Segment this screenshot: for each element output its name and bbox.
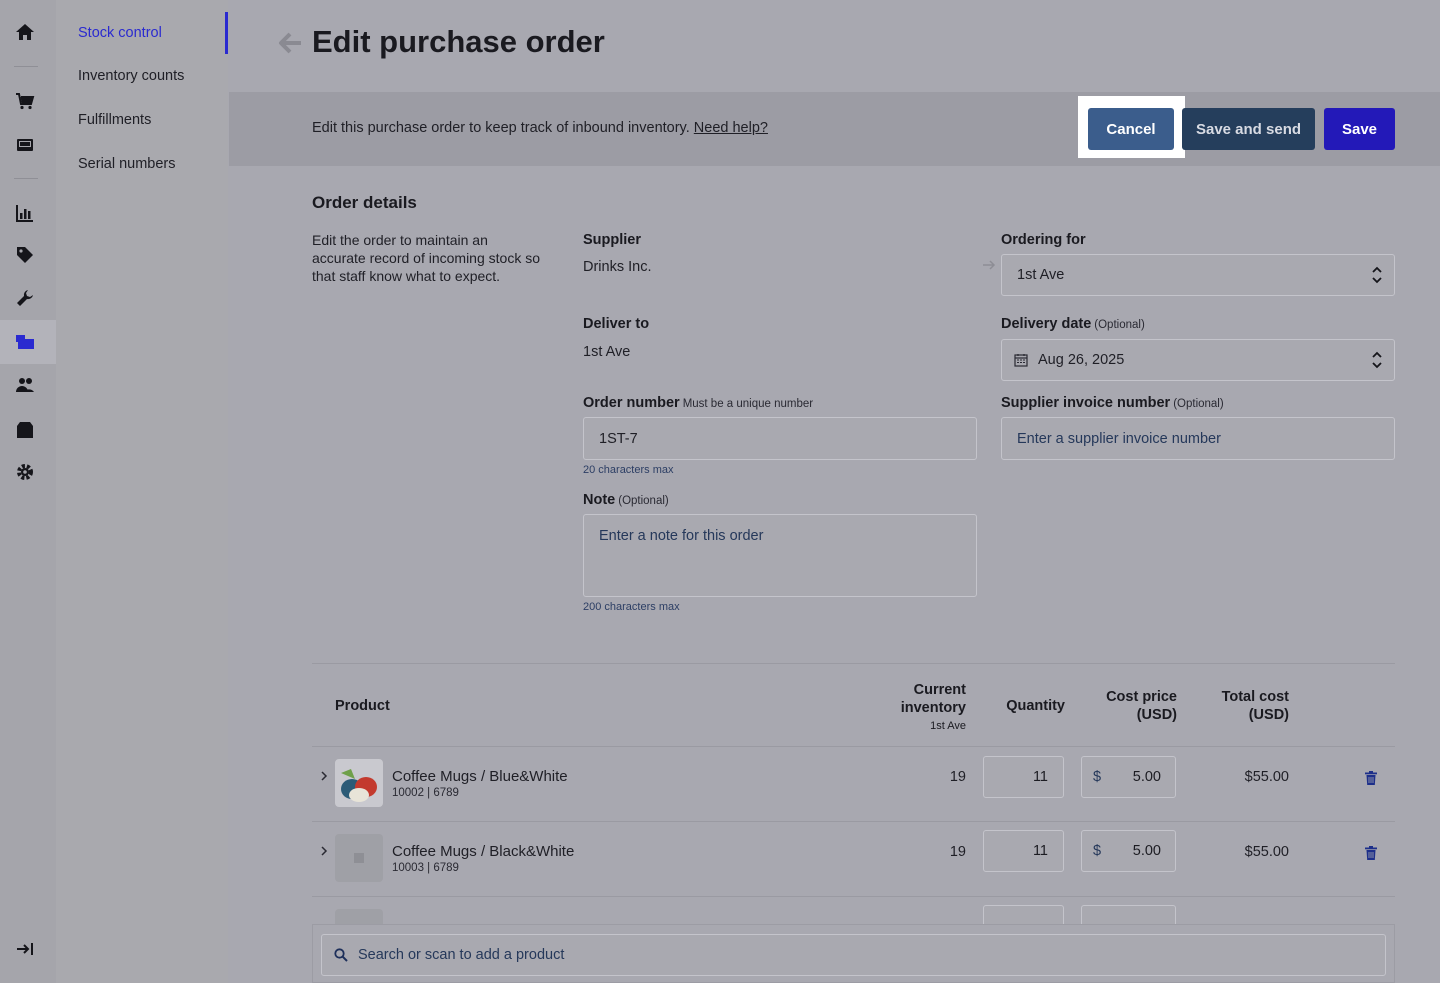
order-number-hint: Must be a unique number [682,398,814,410]
tag-icon[interactable] [14,244,36,266]
cancel-button[interactable]: Cancel [1088,108,1174,150]
note-limit: 200 characters max [583,601,680,613]
product-thumbnail-placeholder [335,834,383,882]
arrow-right-icon [983,260,996,270]
ordering-for-select[interactable]: 1st Ave [1001,254,1395,296]
back-arrow-icon[interactable] [278,30,304,56]
table-row-divider [312,821,1395,822]
calendar-icon [1014,354,1028,367]
subnav-item-inventory-counts[interactable]: Inventory counts [78,68,184,84]
chevron-right-icon[interactable] [319,771,329,781]
cost-price-input[interactable]: $ 5.00 [1081,756,1176,798]
banner-message: Edit this purchase order to keep track o… [312,120,690,136]
currency-symbol: $ [1093,769,1102,785]
column-product: Product [335,698,390,714]
column-cost-price: Cost price (USD) [1106,689,1177,723]
table-header-divider [312,746,1395,747]
store-icon[interactable] [14,419,36,441]
subnav-item-serial-numbers[interactable]: Serial numbers [78,156,176,172]
column-current-inventory-label: Current inventory [900,682,966,716]
invoice-label-text: Supplier invoice number [1001,395,1171,411]
delivery-date-value: Aug 26, 2025 [1038,352,1125,368]
product-name: Coffee Mugs / Black&White [392,843,575,860]
column-current-inventory-location: 1st Ave [930,720,966,732]
ordering-for-label: Ordering for [1001,232,1086,248]
trash-icon[interactable] [1365,771,1377,785]
order-number-limit: 20 characters max [583,464,674,476]
icon-rail [0,0,57,983]
deliver-to-value: 1st Ave [583,344,631,360]
order-number-label: Order number Must be a unique number [583,395,813,411]
section-title: Order details [312,193,417,212]
banner-text: Edit this purchase order to keep track o… [312,120,768,136]
wrench-icon[interactable] [14,287,36,309]
section-description: Edit the order to maintain an accurate r… [312,232,540,284]
column-current-inventory: Current inventory 1st Ave [866,681,966,735]
cost-value: 5.00 [1132,843,1161,859]
supplier-value: Drinks Inc. [583,259,652,275]
inventory-icon[interactable] [14,331,36,353]
column-total-cost: Total cost (USD) [1221,689,1289,723]
product-sku: 10003 | 6789 [392,862,459,874]
product-sku: 10002 | 6789 [392,787,459,799]
reports-icon[interactable] [14,202,36,224]
cost-value: 5.00 [1132,769,1161,785]
invoice-label: Supplier invoice number (Optional) [1001,395,1224,411]
ordering-for-value: 1st Ave [1017,267,1065,283]
home-icon[interactable] [14,21,36,43]
quantity-input[interactable]: 11 [983,756,1064,798]
invoice-hint: (Optional) [1173,398,1224,410]
save-button[interactable]: Save [1324,108,1395,150]
sub-navigation: Stock control Inventory counts Fulfillme… [56,0,228,983]
search-icon [334,948,348,962]
rail-divider [14,66,38,67]
supplier-invoice-input[interactable]: Enter a supplier invoice number [1001,417,1395,460]
delivery-date-field[interactable]: Aug 26, 2025 [1001,339,1395,381]
subnav-item-fulfillments[interactable]: Fulfillments [78,112,151,128]
order-number-label-text: Order number [583,395,680,411]
note-label-text: Note [583,492,616,508]
rail-divider [14,178,38,179]
product-search-input[interactable]: Search or scan to add a product [321,934,1386,976]
column-quantity: Quantity [1006,698,1065,714]
help-link[interactable]: Need help? [694,120,768,136]
product-thumbnail [335,759,383,807]
save-and-send-button[interactable]: Save and send [1182,108,1315,150]
date-stepper-icon [1372,351,1382,369]
current-inventory: 19 [949,844,966,860]
active-indicator [225,12,228,54]
currency-symbol: $ [1093,843,1102,859]
total-cost: $55.00 [1244,769,1289,785]
note-textarea[interactable]: Enter a note for this order [583,514,977,597]
cost-price-input[interactable]: $ 5.00 [1081,830,1176,872]
quantity-input[interactable]: 11 [983,830,1064,872]
trash-icon[interactable] [1365,846,1377,860]
order-number-input[interactable]: 1ST-7 [583,417,977,460]
page-title: Edit purchase order [312,24,605,59]
register-icon[interactable] [14,134,36,156]
cart-icon[interactable] [14,90,36,112]
total-cost: $55.00 [1244,844,1289,860]
product-name: Coffee Mugs / Blue&White [392,768,568,785]
gear-icon[interactable] [14,461,36,483]
deliver-to-label: Deliver to [583,316,650,332]
current-inventory: 19 [949,769,966,785]
expand-sidebar-icon[interactable] [14,938,36,960]
supplier-label: Supplier [583,232,642,248]
delivery-date-label-text: Delivery date [1001,316,1092,332]
delivery-date-hint: (Optional) [1094,319,1145,331]
note-label: Note (Optional) [583,492,669,508]
select-stepper-icon [1372,266,1382,284]
table-divider [312,663,1395,664]
delivery-date-label: Delivery date (Optional) [1001,316,1145,332]
note-hint: (Optional) [618,495,669,507]
chevron-right-icon[interactable] [319,846,329,856]
table-row-divider [312,896,1395,897]
customers-icon[interactable] [14,374,36,396]
subnav-item-stock-control[interactable]: Stock control [78,25,162,41]
